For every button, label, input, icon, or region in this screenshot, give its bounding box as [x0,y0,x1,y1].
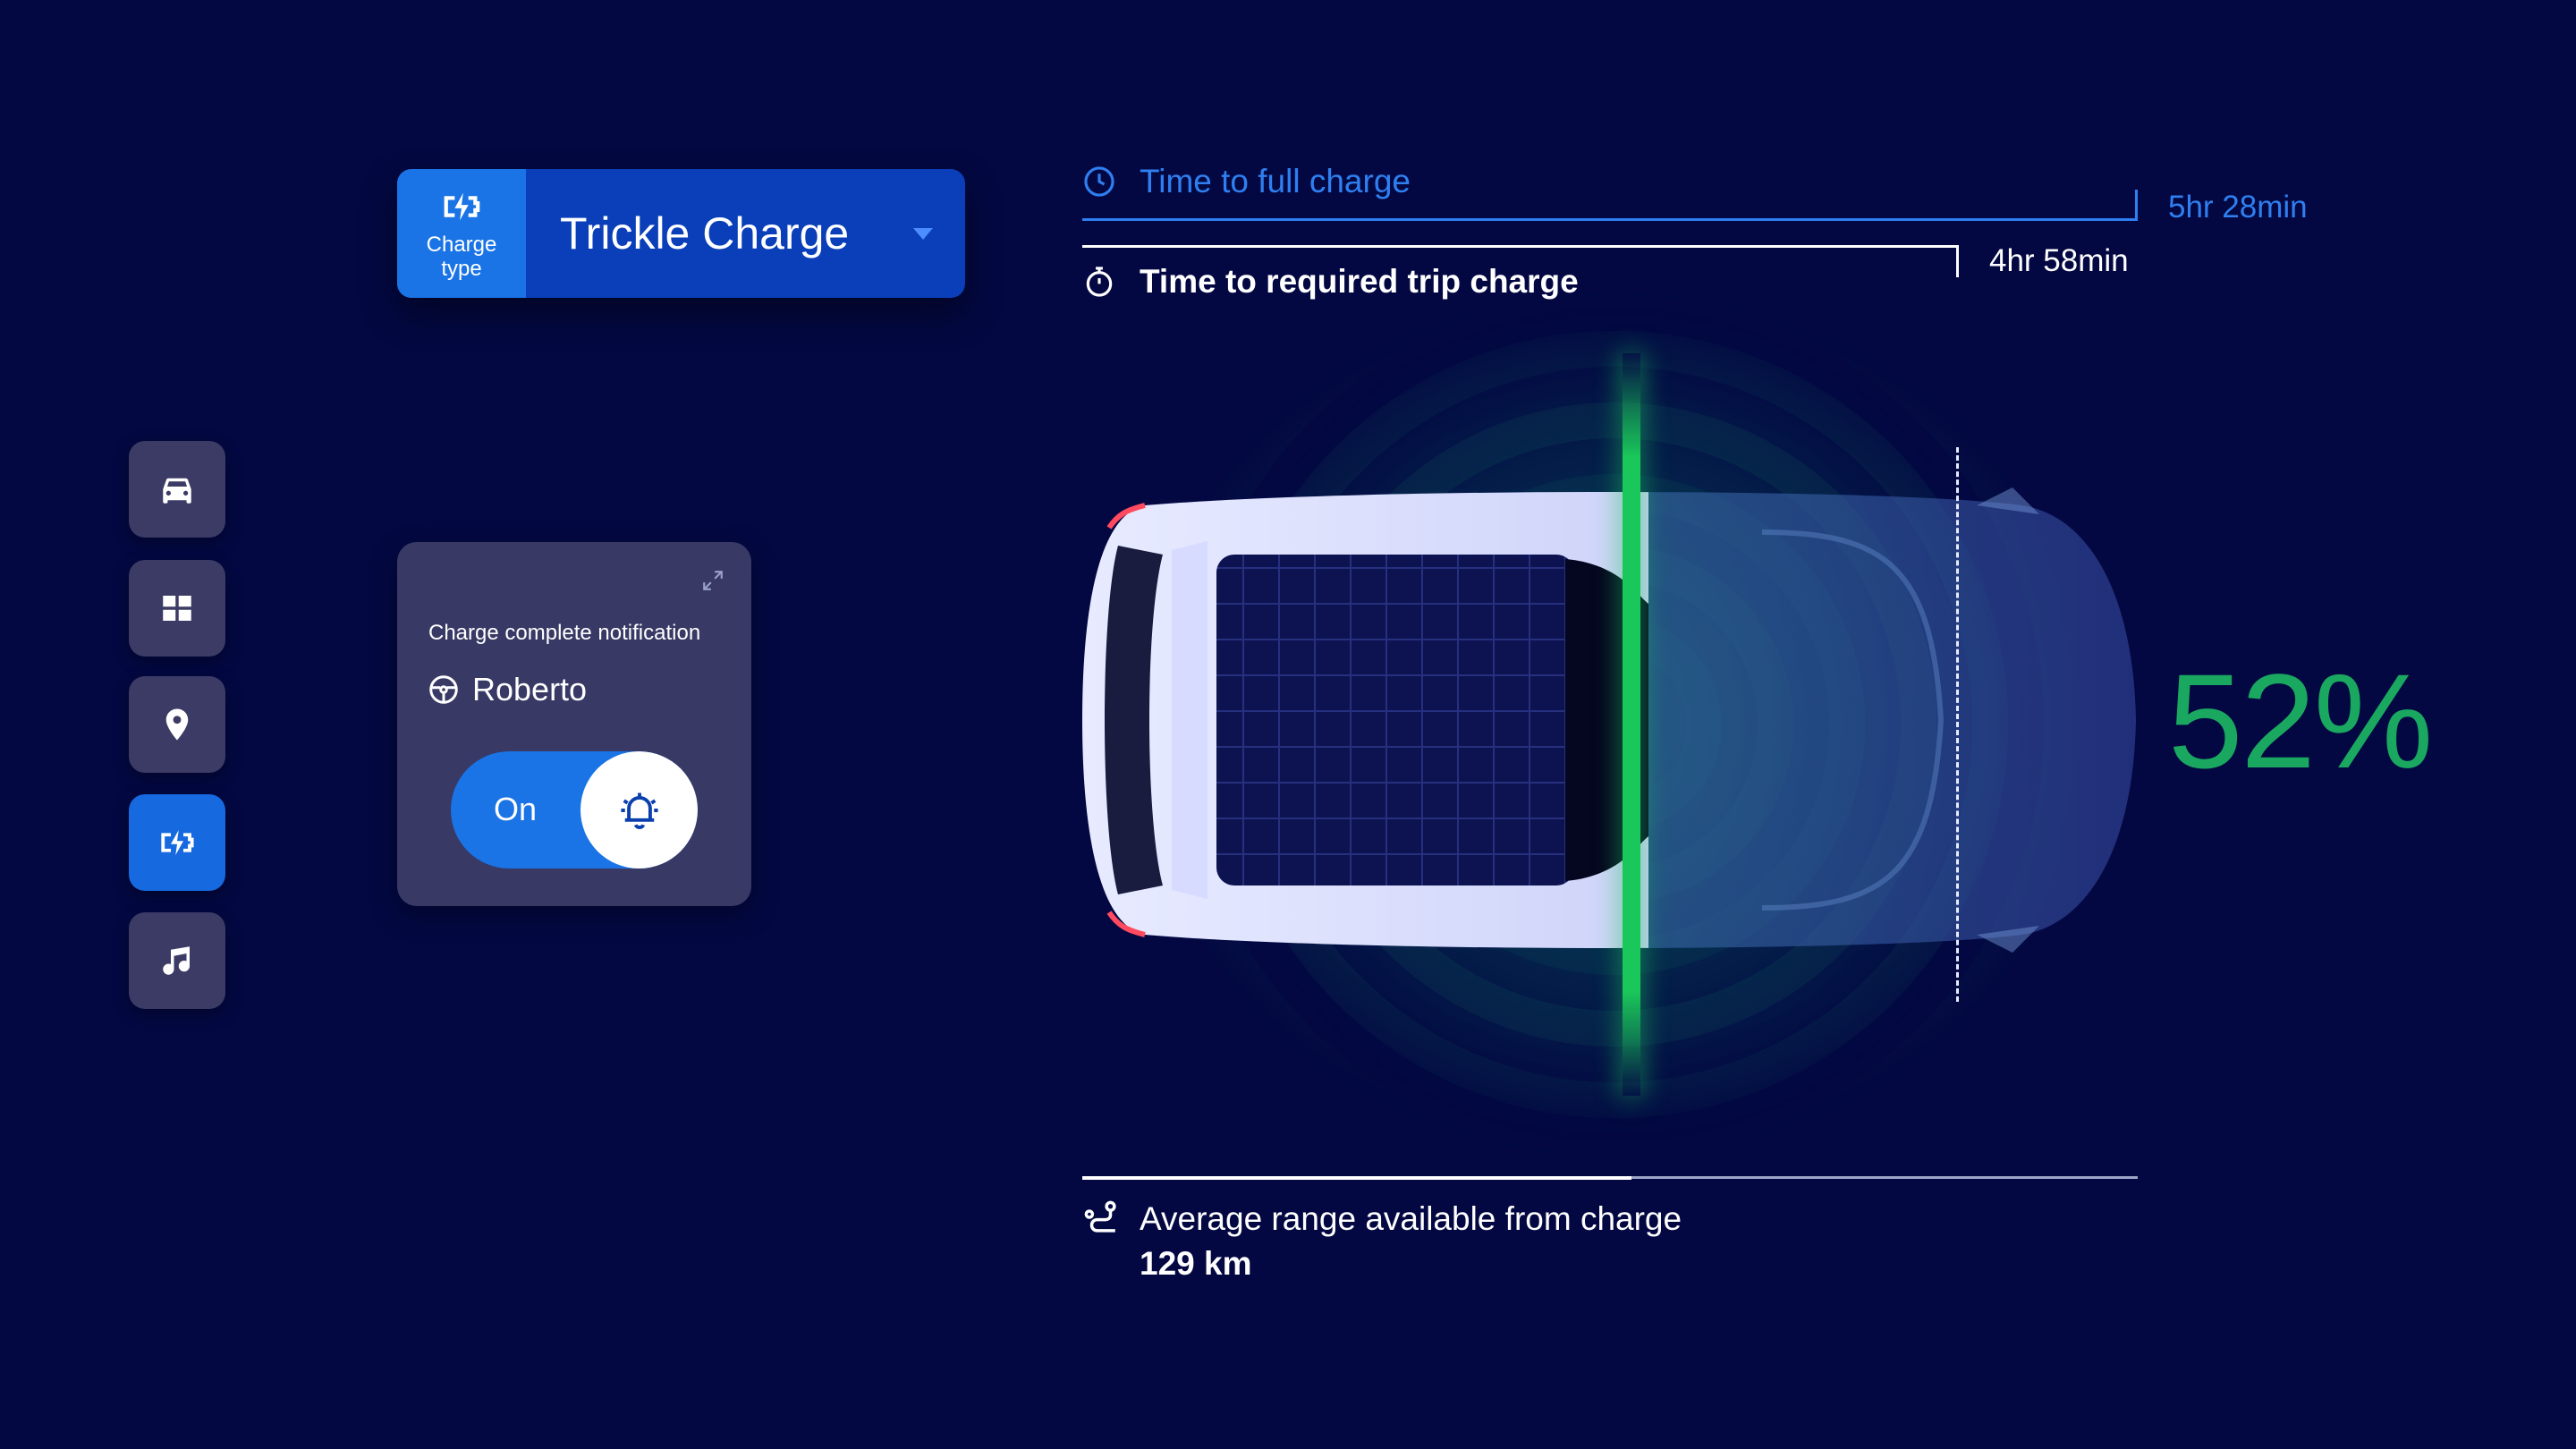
car-top-view [1082,487,2136,953]
range-fill [1082,1176,1631,1180]
music-note-icon [163,946,190,975]
trip-charge-label: Time to required trip charge [1140,263,1579,300]
clock-icon [1084,166,1114,197]
charge-type-badge: Charge type [397,169,526,298]
range-label: Average range available from charge [1140,1200,1682,1237]
notification-title: Charge complete notification [428,621,701,645]
expand-icon[interactable] [701,569,724,592]
user-name: Roberto [472,671,588,708]
trip-charge-dashed-marker [1956,447,1959,1002]
full-charge-label: Time to full charge [1140,163,1411,199]
full-charge-row: Time to full charge [1082,163,1411,200]
charge-type-value: Trickle Charge [560,208,850,258]
trip-charge-row: Time to required trip charge [1082,263,1579,301]
chevron-down-icon [913,227,933,240]
range-value: 129 km [1140,1245,1252,1282]
nav-apps-button[interactable] [129,560,225,657]
car-icon [163,478,191,504]
nav-map-button[interactable] [129,676,225,773]
trip-charge-time: 4hr 58min [1989,243,2129,278]
charge-level-beam [1623,353,1640,1096]
grid-icon [163,596,191,621]
route-icon [1084,1200,1116,1233]
location-pin-icon [165,708,189,741]
charging-icon [444,192,480,221]
nav-charging-button[interactable] [129,794,225,891]
nav-car-button[interactable] [129,441,225,538]
range-info: Average range available from charge 129 … [1082,1200,1682,1283]
full-charge-bar [1082,218,2138,221]
bell-ringing-icon [620,792,658,829]
charge-notification-card: Charge complete notification Roberto On [397,542,751,906]
full-charge-time: 5hr 28min [2168,190,2308,225]
charge-type-dropdown[interactable]: Charge type Trickle Charge [397,169,965,298]
notification-toggle[interactable]: On [451,751,698,869]
full-charge-marker [2135,190,2138,221]
charging-icon [161,830,194,855]
battery-percentage: 52% [2168,646,2433,796]
trip-charge-marker [1956,245,1959,277]
stopwatch-icon [1086,267,1113,297]
toggle-label: On [494,791,538,827]
trip-charge-bar [1082,245,1959,248]
charge-type-label: Charge type [426,233,497,281]
notification-user: Roberto [428,671,587,708]
toggle-knob[interactable] [580,751,698,869]
steering-wheel-icon [429,675,458,704]
nav-music-button[interactable] [129,912,225,1009]
